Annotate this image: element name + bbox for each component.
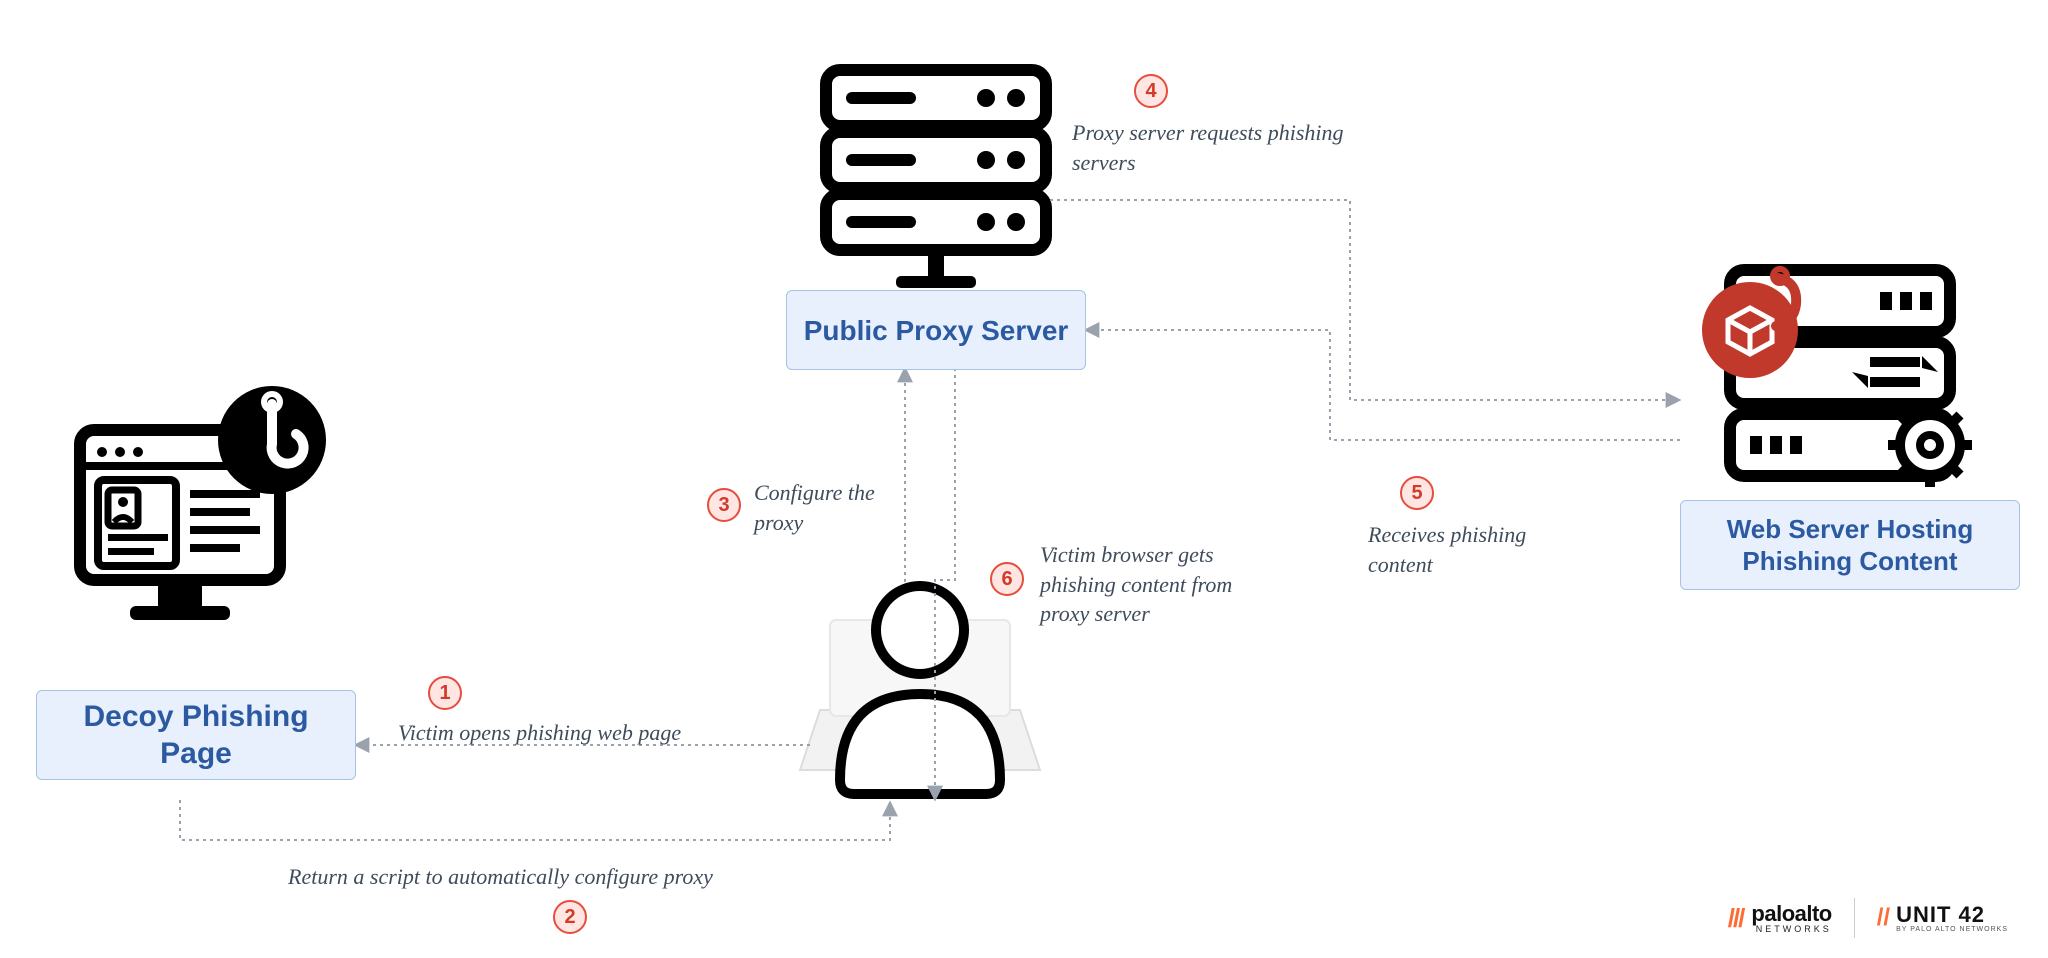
unit42-wordmark: UNIT 42 — [1896, 904, 2008, 926]
step-badge-2: 2 — [553, 900, 587, 934]
arrow-step-6 — [935, 368, 955, 800]
step-badge-6: 6 — [990, 562, 1024, 596]
footer-divider — [1854, 898, 1855, 938]
step-text-1: Victim opens phishing web page — [398, 718, 681, 748]
footer-branding: /// paloalto NETWORKS // UNIT 42 BY PALO… — [1728, 898, 2008, 938]
arrow-step-2 — [180, 800, 890, 840]
logo-paloalto: /// paloalto NETWORKS — [1728, 903, 1832, 934]
arrow-step-4 — [1050, 200, 1680, 400]
web-server-icon — [1702, 269, 1972, 487]
paloalto-wordmark: paloalto — [1751, 903, 1831, 925]
step-badge-3: 3 — [707, 488, 741, 522]
step-text-4: Proxy server requests phishing servers — [1072, 118, 1372, 177]
node-decoy-phishing-page: Decoy Phishing Page — [36, 690, 356, 780]
logo-unit42: // UNIT 42 BY PALO ALTO NETWORKS — [1877, 904, 2008, 933]
paloalto-mark-icon: /// — [1728, 903, 1744, 934]
step-badge-4: 4 — [1134, 74, 1168, 108]
step-text-6: Victim browser gets phishing content fro… — [1040, 540, 1240, 629]
decoy-page-icon — [80, 386, 326, 620]
step-text-3: Configure the proxy — [754, 478, 884, 537]
step-badge-5: 5 — [1400, 476, 1434, 510]
step-badge-1: 1 — [428, 676, 462, 710]
proxy-server-icon — [826, 70, 1046, 288]
node-web-server-hosting: Web Server Hosting Phishing Content — [1680, 500, 2020, 590]
step-text-2: Return a script to automatically configu… — [288, 862, 713, 892]
diagram-canvas: .flow { fill:none; stroke:#9aa2ad; strok… — [0, 0, 2048, 958]
unit42-mark-icon: // — [1877, 904, 1890, 932]
paloalto-subtext: NETWORKS — [1751, 925, 1831, 934]
node-public-proxy-server: Public Proxy Server — [786, 290, 1086, 370]
arrow-step-5 — [1085, 330, 1680, 440]
victim-icon — [800, 586, 1040, 794]
step-text-5: Receives phishing content — [1368, 520, 1588, 579]
unit42-subtext: BY PALO ALTO NETWORKS — [1896, 926, 2008, 933]
